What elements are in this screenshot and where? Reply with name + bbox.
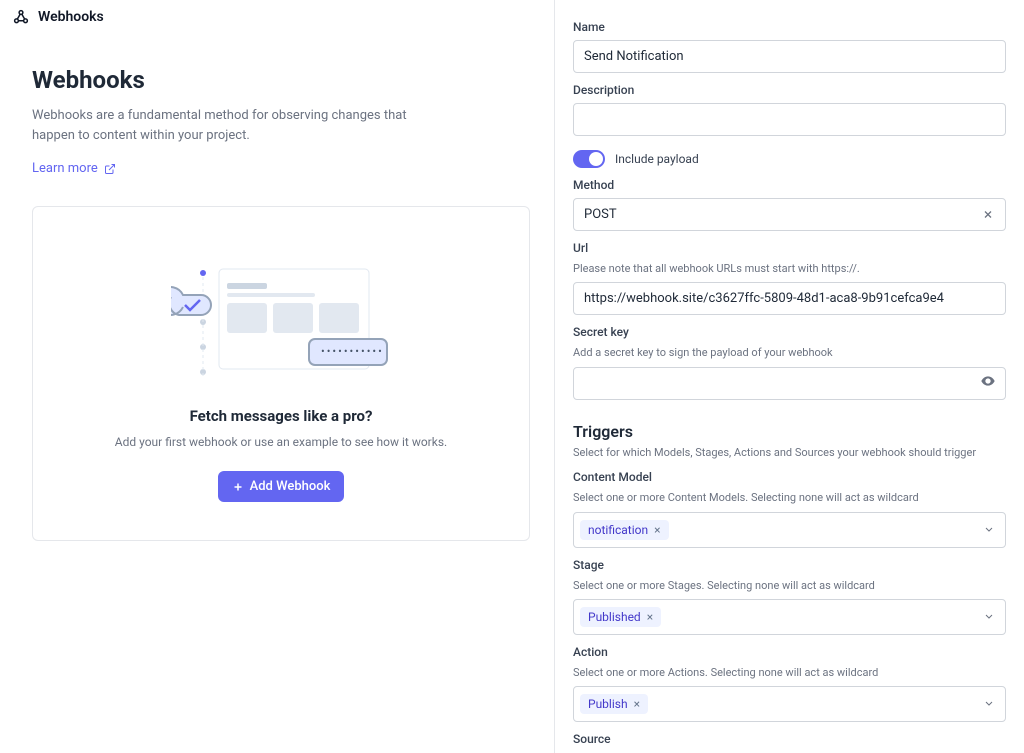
card-title: Fetch messages like a pro? xyxy=(190,407,373,425)
chip-remove-icon[interactable]: × xyxy=(647,611,653,623)
include-payload-toggle[interactable] xyxy=(573,150,605,168)
external-link-icon xyxy=(104,163,116,175)
stage-select[interactable]: Published × xyxy=(573,599,1006,635)
chip-remove-icon[interactable]: × xyxy=(634,698,640,710)
breadcrumb: Webhooks xyxy=(0,0,554,34)
secret-input[interactable] xyxy=(573,367,1006,400)
form-panel: Name Description Include payload Method … xyxy=(555,0,1024,753)
add-webhook-label: Add Webhook xyxy=(250,479,331,494)
chip-publish: Publish × xyxy=(580,694,648,714)
include-payload-label: Include payload xyxy=(615,152,699,166)
chevron-down-icon xyxy=(983,520,995,539)
svg-text:•••••••••••: ••••••••••• xyxy=(321,345,384,358)
action-select[interactable]: Publish × xyxy=(573,686,1006,722)
url-label: Url xyxy=(573,241,1006,255)
chip-remove-icon[interactable]: × xyxy=(654,524,660,536)
source-label: Source xyxy=(573,732,1006,746)
name-input[interactable] xyxy=(573,40,1006,73)
webhook-icon xyxy=(12,8,30,26)
url-help: Please note that all webhook URLs must s… xyxy=(573,261,1006,276)
chip-published: Published × xyxy=(580,607,661,627)
method-select[interactable] xyxy=(573,198,1006,231)
action-help: Select one or more Actions. Selecting no… xyxy=(573,665,1006,680)
empty-state-card: ••••••••••• Fetch messages like a pro? A… xyxy=(32,206,530,541)
desc-label: Description xyxy=(573,83,1006,97)
eye-icon[interactable] xyxy=(980,373,996,393)
card-sub: Add your first webhook or use an example… xyxy=(115,435,447,449)
left-panel: Webhooks Webhooks Webhooks are a fundame… xyxy=(0,0,555,753)
secret-help: Add a secret key to sign the payload of … xyxy=(573,345,1006,360)
method-clear-icon[interactable] xyxy=(982,205,994,224)
content-model-label: Content Model xyxy=(573,470,1006,484)
method-label: Method xyxy=(573,178,1006,192)
stage-label: Stage xyxy=(573,558,1006,572)
breadcrumb-title: Webhooks xyxy=(38,9,104,25)
secret-label: Secret key xyxy=(573,325,1006,339)
desc-input[interactable] xyxy=(573,103,1006,136)
chevron-down-icon xyxy=(983,695,995,714)
triggers-heading: Triggers xyxy=(573,422,1006,441)
empty-illustration: ••••••••••• xyxy=(171,247,391,387)
content-model-select[interactable]: notification × xyxy=(573,512,1006,548)
stage-help: Select one or more Stages. Selecting non… xyxy=(573,578,1006,593)
action-label: Action xyxy=(573,645,1006,659)
learn-more-link[interactable]: Learn more xyxy=(32,161,116,176)
name-label: Name xyxy=(573,20,1006,34)
chevron-down-icon xyxy=(983,607,995,626)
url-input[interactable] xyxy=(573,282,1006,315)
add-webhook-button[interactable]: Add Webhook xyxy=(218,471,345,502)
triggers-sub: Select for which Models, Stages, Actions… xyxy=(573,445,1006,460)
page-title: Webhooks xyxy=(32,66,530,94)
learn-more-text: Learn more xyxy=(32,161,98,176)
page-desc: Webhooks are a fundamental method for ob… xyxy=(32,106,452,145)
plus-icon xyxy=(232,481,244,493)
chip-notification: notification × xyxy=(580,520,669,540)
content-model-help: Select one or more Content Models. Selec… xyxy=(573,490,1006,505)
